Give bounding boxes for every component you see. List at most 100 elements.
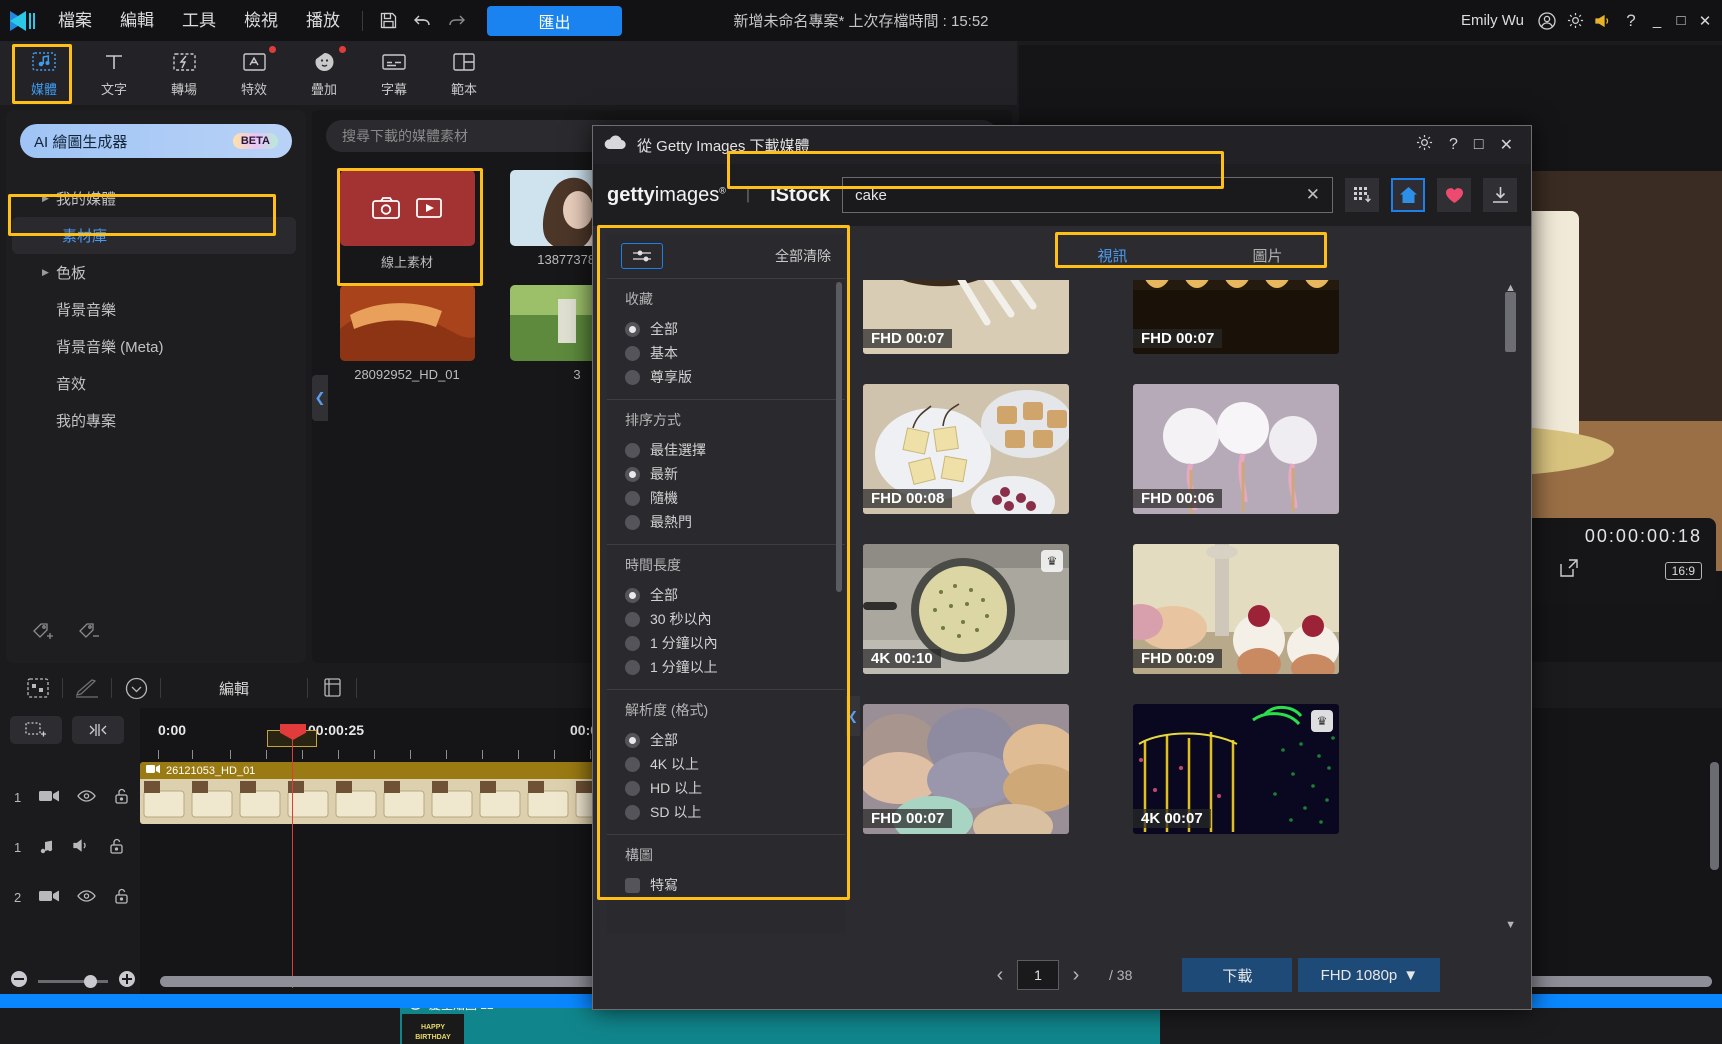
filter-scrollbar[interactable] [836,282,842,592]
module-tab-overlay[interactable]: 疊加 [290,44,358,102]
zoom-in-icon[interactable] [118,970,136,993]
dialog-search-input[interactable]: cake ✕ [842,177,1333,213]
help-icon[interactable]: ? [1449,136,1458,154]
filter-option[interactable]: 全部 [625,583,845,607]
timeline-mode-label[interactable]: 編輯 [161,678,307,699]
media-cell[interactable]: 28092952_HD_01 [332,285,482,382]
filter-option[interactable]: HD 以上 [625,776,845,800]
zoom-slider-knob[interactable] [84,975,97,988]
result-item[interactable]: FHD 00:07 [863,704,1069,834]
ripple-edit-icon[interactable] [72,716,124,744]
library-item-color-board[interactable]: ▶ 色板 [6,254,306,291]
save-icon[interactable] [371,0,405,41]
library-item-my-projects[interactable]: 我的專案 [6,402,306,439]
filter-option[interactable]: 特寫 [625,873,845,897]
radio-icon[interactable] [625,636,640,651]
radio-icon[interactable] [625,515,640,530]
download-button[interactable]: 下載 [1182,958,1292,992]
radio-icon[interactable] [625,757,640,772]
result-item[interactable]: FHD 00:07 [863,280,1069,354]
scroll-down-arrow-icon[interactable]: ▼ [1505,919,1516,931]
library-item-sound-effects[interactable]: 音效 [6,365,306,402]
lock-icon[interactable] [114,788,129,807]
filter-option[interactable]: 最佳選擇 [625,438,845,462]
media-cell-online[interactable]: 線上素材 [332,170,482,271]
filter-option[interactable]: 1 分鐘以上 [625,655,845,679]
clear-icon[interactable]: ✕ [1306,185,1320,205]
result-item[interactable]: FHD 00:08 [863,384,1069,514]
pen-tool-icon[interactable] [63,668,111,708]
tab-images[interactable]: 圖片 [1190,245,1345,266]
tag-add-icon[interactable] [32,622,56,647]
module-tab-transition[interactable]: 轉場 [150,44,218,102]
radio-icon[interactable] [625,322,640,337]
zoom-out-icon[interactable] [10,970,28,993]
minimize-button[interactable]: _ [1646,0,1668,41]
module-tab-text[interactable]: 文字 [80,44,148,102]
radio-icon[interactable] [625,588,640,603]
downloads-icon[interactable] [1483,178,1517,212]
media-panel-collapse-button[interactable]: ❮ [312,375,328,421]
result-item[interactable]: ♛ 4K 00:07 [1133,704,1339,834]
library-item-background-music-meta[interactable]: 背景音樂 (Meta) [6,328,306,365]
radio-icon[interactable] [625,733,640,748]
radio-icon[interactable] [625,346,640,361]
redo-icon[interactable] [439,0,473,41]
help-icon[interactable]: ? [1618,0,1644,41]
next-page-button[interactable]: › [1059,958,1093,992]
eye-icon[interactable] [77,789,96,806]
gear-icon[interactable] [1416,134,1433,156]
favorites-icon[interactable] [1437,178,1471,212]
filter-option[interactable]: 尊享版 [625,365,845,389]
grid-download-icon[interactable] [1345,178,1379,212]
more-icon[interactable] [112,668,160,708]
aspect-ratio-badge[interactable]: 16:9 [1665,562,1702,580]
radio-icon[interactable] [625,370,640,385]
announcement-icon[interactable] [1590,0,1616,41]
filter-option[interactable]: 基本 [625,341,845,365]
timeline-vertical-scrollbar[interactable] [1710,762,1719,870]
speaker-icon[interactable] [73,838,91,856]
result-item[interactable]: FHD 00:06 [1133,384,1339,514]
radio-icon[interactable] [625,805,640,820]
add-track-icon[interactable] [10,716,62,744]
filter-option[interactable]: 1 分鐘以內 [625,631,845,655]
menu-view[interactable]: 檢視 [230,0,292,41]
home-icon[interactable] [1391,178,1425,212]
radio-icon[interactable] [625,781,640,796]
filter-option[interactable]: 隨機 [625,486,845,510]
library-item-background-music[interactable]: 背景音樂 [6,291,306,328]
result-item[interactable]: FHD 00:07 [1133,280,1339,354]
module-tab-media[interactable]: 媒體 [10,44,78,102]
filter-option[interactable]: 全部 [625,728,845,752]
select-tool-icon[interactable] [14,668,62,708]
close-button[interactable]: ✕ [1694,0,1716,41]
radio-icon[interactable] [625,443,640,458]
maximize-button[interactable]: □ [1670,0,1692,41]
module-tab-template[interactable]: 範本 [430,44,498,102]
filter-option[interactable]: 最熱門 [625,510,845,534]
lock-icon[interactable] [114,888,129,907]
result-item[interactable]: FHD 00:09 [1133,544,1339,674]
zoom-slider[interactable] [38,980,108,983]
radio-icon[interactable] [625,491,640,506]
account-icon[interactable] [1534,0,1560,41]
module-tab-subtitle[interactable]: 字幕 [360,44,428,102]
lock-icon[interactable] [109,838,124,857]
radio-icon[interactable] [625,467,640,482]
track-header-2[interactable]: 1 [0,822,140,872]
storyboard-icon[interactable] [308,668,356,708]
close-icon[interactable]: ✕ [1500,135,1513,155]
filter-panel-collapse-button[interactable]: ❮ [846,696,860,736]
results-scrollbar-thumb[interactable] [1505,292,1516,352]
library-item-my-media[interactable]: ▶ 我的媒體 [6,180,306,217]
maximize-icon[interactable]: □ [1474,136,1484,154]
menu-edit[interactable]: 編輯 [106,0,168,41]
filter-option[interactable]: SD 以上 [625,800,845,824]
radio-icon[interactable] [625,612,640,627]
results-scrollbar-track[interactable]: ▲ ▼ [1504,280,1517,933]
prev-page-button[interactable]: ‹ [983,958,1017,992]
menu-playback[interactable]: 播放 [292,0,354,41]
filter-sliders-icon[interactable] [621,243,663,269]
undo-icon[interactable] [405,0,439,41]
